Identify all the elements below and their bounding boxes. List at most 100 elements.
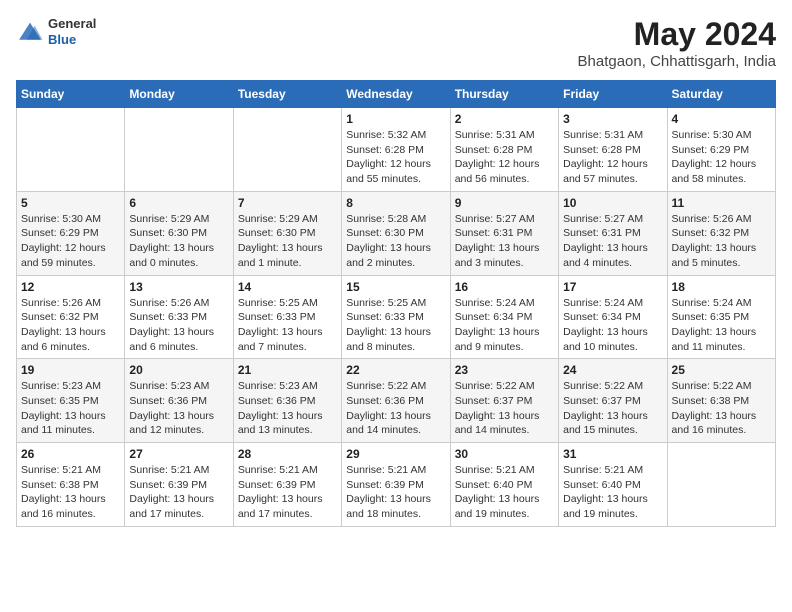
day-number: 29	[346, 447, 445, 461]
day-info: Sunrise: 5:21 AMSunset: 6:39 PMDaylight:…	[129, 463, 228, 522]
day-info: Sunrise: 5:24 AMSunset: 6:34 PMDaylight:…	[455, 296, 554, 355]
day-number: 14	[238, 280, 337, 294]
day-info: Sunrise: 5:29 AMSunset: 6:30 PMDaylight:…	[238, 212, 337, 271]
calendar-cell: 27 Sunrise: 5:21 AMSunset: 6:39 PMDayligh…	[125, 443, 233, 527]
logo-blue-text: Blue	[48, 32, 96, 48]
weekday-header-tuesday: Tuesday	[233, 81, 341, 108]
day-number: 12	[21, 280, 120, 294]
logo-icon	[16, 18, 44, 46]
day-number: 30	[455, 447, 554, 461]
weekday-header-wednesday: Wednesday	[342, 81, 450, 108]
day-info: Sunrise: 5:21 AMSunset: 6:40 PMDaylight:…	[563, 463, 662, 522]
calendar-cell: 15 Sunrise: 5:25 AMSunset: 6:33 PMDayligh…	[342, 275, 450, 359]
day-info: Sunrise: 5:25 AMSunset: 6:33 PMDaylight:…	[238, 296, 337, 355]
calendar-cell: 19Sunrise: 5:23 AMSunset: 6:35 PMDayligh…	[17, 359, 125, 443]
calendar-week-5: 26Sunrise: 5:21 AMSunset: 6:38 PMDayligh…	[17, 443, 776, 527]
calendar-cell: 28 Sunrise: 5:21 AMSunset: 6:39 PMDayligh…	[233, 443, 341, 527]
weekday-header-saturday: Saturday	[667, 81, 775, 108]
day-number: 3	[563, 112, 662, 126]
logo-text: General Blue	[48, 16, 96, 47]
day-number: 22	[346, 363, 445, 377]
weekday-header-row: SundayMondayTuesdayWednesdayThursdayFrid…	[17, 81, 776, 108]
day-info: Sunrise: 5:30 AMSunset: 6:29 PMDaylight:…	[672, 128, 771, 187]
day-info: Sunrise: 5:21 AMSunset: 6:40 PMDaylight:…	[455, 463, 554, 522]
day-number: 7	[238, 196, 337, 210]
day-number: 24	[563, 363, 662, 377]
calendar-cell: 1 Sunrise: 5:32 AMSunset: 6:28 PMDaylight…	[342, 108, 450, 192]
calendar-cell: 6 Sunrise: 5:29 AMSunset: 6:30 PMDaylight…	[125, 191, 233, 275]
day-number: 15	[346, 280, 445, 294]
day-info: Sunrise: 5:31 AMSunset: 6:28 PMDaylight:…	[563, 128, 662, 187]
day-info: Sunrise: 5:23 AMSunset: 6:36 PMDaylight:…	[238, 379, 337, 438]
calendar-cell: 2 Sunrise: 5:31 AMSunset: 6:28 PMDaylight…	[450, 108, 558, 192]
calendar-header: SundayMondayTuesdayWednesdayThursdayFrid…	[17, 81, 776, 108]
day-info: Sunrise: 5:24 AMSunset: 6:34 PMDaylight:…	[563, 296, 662, 355]
calendar-cell: 13 Sunrise: 5:26 AMSunset: 6:33 PMDayligh…	[125, 275, 233, 359]
day-info: Sunrise: 5:26 AMSunset: 6:33 PMDaylight:…	[129, 296, 228, 355]
calendar-cell: 31 Sunrise: 5:21 AMSunset: 6:40 PMDayligh…	[559, 443, 667, 527]
day-info: Sunrise: 5:30 AMSunset: 6:29 PMDaylight:…	[21, 212, 120, 271]
calendar-cell: 25 Sunrise: 5:22 AMSunset: 6:38 PMDayligh…	[667, 359, 775, 443]
calendar-cell: 26Sunrise: 5:21 AMSunset: 6:38 PMDayligh…	[17, 443, 125, 527]
calendar-cell: 18 Sunrise: 5:24 AMSunset: 6:35 PMDayligh…	[667, 275, 775, 359]
day-info: Sunrise: 5:22 AMSunset: 6:36 PMDaylight:…	[346, 379, 445, 438]
calendar-cell: 17Sunrise: 5:24 AMSunset: 6:34 PMDayligh…	[559, 275, 667, 359]
weekday-header-sunday: Sunday	[17, 81, 125, 108]
day-info: Sunrise: 5:29 AMSunset: 6:30 PMDaylight:…	[129, 212, 228, 271]
day-number: 16	[455, 280, 554, 294]
day-number: 6	[129, 196, 228, 210]
day-info: Sunrise: 5:31 AMSunset: 6:28 PMDaylight:…	[455, 128, 554, 187]
day-info: Sunrise: 5:28 AMSunset: 6:30 PMDaylight:…	[346, 212, 445, 271]
calendar-week-4: 19Sunrise: 5:23 AMSunset: 6:35 PMDayligh…	[17, 359, 776, 443]
calendar-cell: 9 Sunrise: 5:27 AMSunset: 6:31 PMDaylight…	[450, 191, 558, 275]
calendar-cell	[17, 108, 125, 192]
weekday-header-monday: Monday	[125, 81, 233, 108]
calendar-cell: 20Sunrise: 5:23 AMSunset: 6:36 PMDayligh…	[125, 359, 233, 443]
day-number: 2	[455, 112, 554, 126]
calendar-cell: 12 Sunrise: 5:26 AMSunset: 6:32 PMDayligh…	[17, 275, 125, 359]
day-number: 9	[455, 196, 554, 210]
day-number: 26	[21, 447, 120, 461]
day-number: 18	[672, 280, 771, 294]
calendar-week-3: 12 Sunrise: 5:26 AMSunset: 6:32 PMDayligh…	[17, 275, 776, 359]
calendar-cell: 24Sunrise: 5:22 AMSunset: 6:37 PMDayligh…	[559, 359, 667, 443]
calendar-cell: 21 Sunrise: 5:23 AMSunset: 6:36 PMDayligh…	[233, 359, 341, 443]
calendar-cell: 30 Sunrise: 5:21 AMSunset: 6:40 PMDayligh…	[450, 443, 558, 527]
weekday-header-friday: Friday	[559, 81, 667, 108]
calendar-cell: 5 Sunrise: 5:30 AMSunset: 6:29 PMDaylight…	[17, 191, 125, 275]
page-header: General Blue May 2024 Bhatgaon, Chhattis…	[16, 16, 776, 70]
day-number: 28	[238, 447, 337, 461]
day-info: Sunrise: 5:27 AMSunset: 6:31 PMDaylight:…	[455, 212, 554, 271]
day-number: 31	[563, 447, 662, 461]
day-info: Sunrise: 5:24 AMSunset: 6:35 PMDaylight:…	[672, 296, 771, 355]
day-info: Sunrise: 5:21 AMSunset: 6:39 PMDaylight:…	[346, 463, 445, 522]
calendar-cell: 3 Sunrise: 5:31 AMSunset: 6:28 PMDaylight…	[559, 108, 667, 192]
calendar-cell: 22 Sunrise: 5:22 AMSunset: 6:36 PMDayligh…	[342, 359, 450, 443]
day-number: 25	[672, 363, 771, 377]
day-info: Sunrise: 5:25 AMSunset: 6:33 PMDaylight:…	[346, 296, 445, 355]
day-info: Sunrise: 5:26 AMSunset: 6:32 PMDaylight:…	[21, 296, 120, 355]
calendar-cell: 8Sunrise: 5:28 AMSunset: 6:30 PMDaylight…	[342, 191, 450, 275]
day-number: 20	[129, 363, 228, 377]
calendar-cell	[233, 108, 341, 192]
day-number: 13	[129, 280, 228, 294]
logo-general-text: General	[48, 16, 96, 32]
day-number: 1	[346, 112, 445, 126]
day-info: Sunrise: 5:32 AMSunset: 6:28 PMDaylight:…	[346, 128, 445, 187]
calendar-cell: 10Sunrise: 5:27 AMSunset: 6:31 PMDayligh…	[559, 191, 667, 275]
day-number: 4	[672, 112, 771, 126]
day-info: Sunrise: 5:22 AMSunset: 6:38 PMDaylight:…	[672, 379, 771, 438]
calendar-cell: 7 Sunrise: 5:29 AMSunset: 6:30 PMDaylight…	[233, 191, 341, 275]
day-number: 5	[21, 196, 120, 210]
day-number: 27	[129, 447, 228, 461]
calendar-cell: 11Sunrise: 5:26 AMSunset: 6:32 PMDayligh…	[667, 191, 775, 275]
day-number: 11	[672, 196, 771, 210]
title-section: May 2024 Bhatgaon, Chhattisgarh, India	[578, 16, 776, 70]
calendar-cell: 23Sunrise: 5:22 AMSunset: 6:37 PMDayligh…	[450, 359, 558, 443]
location: Bhatgaon, Chhattisgarh, India	[578, 53, 776, 70]
calendar-cell	[667, 443, 775, 527]
day-number: 23	[455, 363, 554, 377]
day-number: 10	[563, 196, 662, 210]
day-number: 21	[238, 363, 337, 377]
day-info: Sunrise: 5:21 AMSunset: 6:39 PMDaylight:…	[238, 463, 337, 522]
